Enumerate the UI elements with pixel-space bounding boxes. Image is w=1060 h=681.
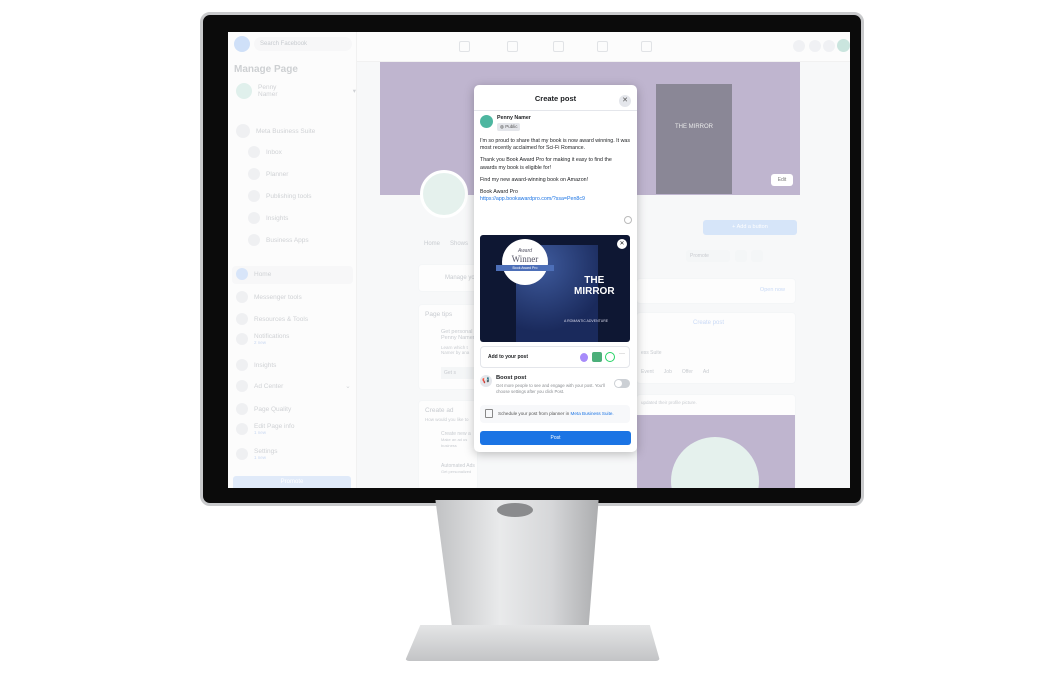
boost-text: Get more people to see and engage with y… — [496, 383, 605, 394]
post-paragraph: Find my new award-winning book on Amazon… — [480, 176, 589, 183]
audience-selector[interactable]: ◍ Public — [497, 123, 521, 131]
post-text-input[interactable]: I'm so proud to share that my book is no… — [480, 138, 630, 203]
add-to-post-bar: Add to your post ··· — [480, 346, 630, 368]
dialog-title: Create post — [474, 85, 637, 111]
calendar-icon — [485, 409, 493, 418]
more-icon[interactable]: ··· — [619, 351, 625, 357]
post-link[interactable]: https://app.bookawardpro.com/?ssa=Pen8c9 — [480, 196, 630, 203]
globe-icon: ◍ — [500, 124, 504, 129]
add-to-post-label: Add to your post — [488, 354, 528, 360]
post-paragraph: Thank you Book Award Pro for making it e… — [480, 157, 612, 171]
post-button[interactable]: Post — [480, 431, 631, 445]
monitor-stand — [435, 500, 599, 630]
award-badge: Award Winner Book Award Pro — [496, 239, 554, 285]
photo-icon[interactable] — [592, 352, 602, 362]
monitor-base — [405, 625, 660, 661]
tag-icon[interactable] — [580, 353, 588, 362]
author-avatar — [480, 115, 493, 128]
attached-image: THE MIRROR A ROMANTIC ADVENTURE Award Win… — [480, 235, 630, 342]
whatsapp-icon[interactable] — [605, 352, 615, 362]
audience-label: Public — [505, 124, 518, 129]
book-title-line: THE — [584, 275, 605, 286]
author-name: Penny Namer — [497, 115, 531, 121]
badge-main: Winner — [511, 254, 539, 264]
schedule-text: Schedule your post from planner in — [498, 411, 571, 416]
post-paragraph: I'm so proud to share that my book is no… — [480, 138, 630, 152]
remove-image-icon[interactable]: ✕ — [617, 239, 627, 249]
badge-ribbon: Book Award Pro — [496, 265, 554, 271]
book-title: THE MIRROR — [574, 275, 615, 297]
meta-business-suite-link[interactable]: Meta Business Suite. — [571, 411, 614, 416]
megaphone-icon: 📢 — [480, 375, 492, 387]
toggle-knob — [615, 380, 622, 387]
boost-title: Boost post — [496, 375, 527, 381]
boost-toggle[interactable] — [614, 379, 630, 388]
stand-cable-hole — [497, 503, 533, 517]
book-subtitle: A ROMANTIC ADVENTURE — [564, 319, 609, 323]
create-post-dialog: Create post ✕ Penny Namer ◍ Public I'm s… — [474, 85, 637, 452]
book-title-line: MIRROR — [574, 286, 615, 297]
close-icon[interactable]: ✕ — [619, 95, 631, 107]
post-signature: Book Award Pro — [480, 189, 518, 196]
schedule-banner: Schedule your post from planner in Meta … — [480, 405, 630, 423]
emoji-icon[interactable] — [624, 216, 632, 224]
